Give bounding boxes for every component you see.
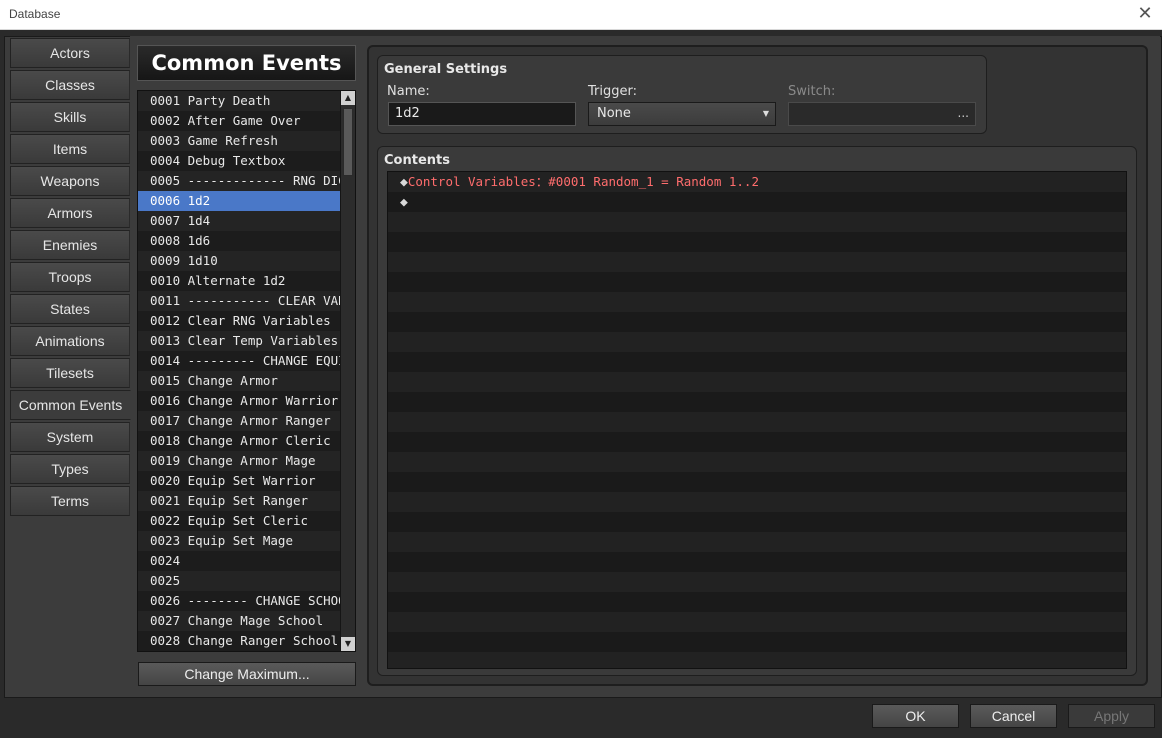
switch-field: ... xyxy=(788,102,976,126)
list-item[interactable]: 0024 xyxy=(138,551,341,571)
tab-items[interactable]: Items xyxy=(10,134,130,164)
category-tabs: Actors Classes Skills Items Weapons Armors Ene… xyxy=(10,38,131,518)
empty-row xyxy=(388,352,1126,372)
trigger-value: None xyxy=(597,106,631,121)
empty-row xyxy=(388,552,1126,572)
scroll-thumb[interactable] xyxy=(343,108,353,176)
tab-weapons[interactable]: Weapons xyxy=(10,166,130,196)
empty-row xyxy=(388,292,1126,312)
list-item[interactable]: 0022 Equip Set Cleric xyxy=(138,511,341,531)
chevron-down-icon: ▼ xyxy=(762,109,769,118)
tab-actors[interactable]: Actors xyxy=(10,38,130,68)
empty-row xyxy=(388,272,1126,292)
close-icon[interactable]: ✕ xyxy=(1134,2,1156,26)
empty-row xyxy=(388,652,1126,668)
event-commands-list[interactable]: ◆Control Variables：#0001 Random_1 = Rand… xyxy=(387,171,1127,669)
list-item[interactable]: 0002 After Game Over xyxy=(138,111,341,131)
list-item[interactable]: 0023 Equip Set Mage xyxy=(138,531,341,551)
empty-row xyxy=(388,332,1126,352)
list-item[interactable]: 0026 -------- CHANGE SCHOOL xyxy=(138,591,341,611)
empty-row xyxy=(388,392,1126,412)
empty-row xyxy=(388,632,1126,652)
list-item[interactable]: 0014 --------- CHANGE EQUIP xyxy=(138,351,341,371)
empty-row xyxy=(388,412,1126,432)
contents-title: Contents xyxy=(384,153,450,168)
empty-row xyxy=(388,452,1126,472)
tab-classes[interactable]: Classes xyxy=(10,70,130,100)
empty-row xyxy=(388,512,1126,532)
list-title: Common Events xyxy=(137,45,356,81)
list-scrollbar[interactable]: ▲ ▼ xyxy=(340,91,355,651)
tab-types[interactable]: Types xyxy=(10,454,130,484)
empty-row xyxy=(388,492,1126,512)
empty-row xyxy=(388,212,1126,232)
apply-button[interactable]: Apply xyxy=(1068,704,1155,728)
change-maximum-button[interactable]: Change Maximum... xyxy=(138,662,356,686)
list-item[interactable]: 0009 1d10 xyxy=(138,251,341,271)
trigger-select[interactable]: None ▼ xyxy=(588,102,776,126)
list-item[interactable]: 0021 Equip Set Ranger xyxy=(138,491,341,511)
list-item[interactable]: 0003 Game Refresh xyxy=(138,131,341,151)
empty-row xyxy=(388,472,1126,492)
tab-troops[interactable]: Troops xyxy=(10,262,130,292)
scroll-up-icon[interactable]: ▲ xyxy=(341,91,355,105)
scroll-down-icon[interactable]: ▼ xyxy=(341,637,355,651)
list-item[interactable]: 0013 Clear Temp Variables xyxy=(138,331,341,351)
empty-row xyxy=(388,592,1126,612)
tab-skills[interactable]: Skills xyxy=(10,102,130,132)
common-events-list[interactable]: 0001 Party Death 0002 After Game Over 0003… xyxy=(137,90,356,652)
cancel-button[interactable]: Cancel xyxy=(970,704,1057,728)
list-item[interactable]: 0007 1d4 xyxy=(138,211,341,231)
tab-enemies[interactable]: Enemies xyxy=(10,230,130,260)
list-item[interactable]: 0012 Clear RNG Variables xyxy=(138,311,341,331)
empty-row xyxy=(388,432,1126,452)
list-item[interactable]: 0005 ------------- RNG DICE xyxy=(138,171,341,191)
diamond-icon: ◆ xyxy=(400,195,408,210)
tab-animations[interactable]: Animations xyxy=(10,326,130,356)
list-item[interactable]: 0027 Change Mage School xyxy=(138,611,341,631)
command-row[interactable]: ◆ xyxy=(388,192,1126,212)
diamond-icon: ◆ xyxy=(400,175,408,190)
tab-common-events[interactable]: Common Events xyxy=(10,390,131,420)
ok-button[interactable]: OK xyxy=(872,704,959,728)
list-item[interactable]: 0010 Alternate 1d2 xyxy=(138,271,341,291)
trigger-label: Trigger: xyxy=(588,84,637,99)
command-row[interactable]: ◆Control Variables：#0001 Random_1 = Rand… xyxy=(388,172,1126,192)
tab-armors[interactable]: Armors xyxy=(10,198,130,228)
empty-row xyxy=(388,572,1126,592)
empty-row xyxy=(388,372,1126,392)
general-settings-group: General Settings Name: 1d2 Trigger: None… xyxy=(377,55,987,134)
empty-row xyxy=(388,232,1126,252)
list-item[interactable]: 0011 ----------- CLEAR VARS xyxy=(138,291,341,311)
list-item[interactable]: 0008 1d6 xyxy=(138,231,341,251)
list-item[interactable]: 0018 Change Armor Cleric xyxy=(138,431,341,451)
general-settings-title: General Settings xyxy=(384,62,508,77)
empty-row xyxy=(388,252,1126,272)
list-item[interactable]: 0020 Equip Set Warrior xyxy=(138,471,341,491)
list-item[interactable]: 0019 Change Armor Mage xyxy=(138,451,341,471)
tab-states[interactable]: States xyxy=(10,294,130,324)
list-item[interactable]: 0017 Change Armor Ranger xyxy=(138,411,341,431)
list-item[interactable]: 0006 1d2 xyxy=(138,191,341,211)
name-label: Name: xyxy=(387,84,430,99)
command-text: Control Variables：#0001 Random_1 = Rando… xyxy=(407,174,759,189)
tab-system[interactable]: System xyxy=(10,422,130,452)
list-item[interactable]: 0025 xyxy=(138,571,341,591)
name-field[interactable]: 1d2 xyxy=(388,102,576,126)
list-item[interactable]: 0001 Party Death xyxy=(138,91,341,111)
list-item[interactable]: 0004 Debug Textbox xyxy=(138,151,341,171)
switch-label: Switch: xyxy=(788,84,836,99)
list-item[interactable]: 0028 Change Ranger School xyxy=(138,631,341,651)
tab-terms[interactable]: Terms xyxy=(10,486,130,516)
title-bar: Database ✕ xyxy=(0,0,1162,30)
switch-browse-button: ... xyxy=(957,106,969,120)
empty-row xyxy=(388,312,1126,332)
empty-row xyxy=(388,612,1126,632)
window-title: Database xyxy=(9,7,61,21)
list-item[interactable]: 0015 Change Armor xyxy=(138,371,341,391)
empty-row xyxy=(388,532,1126,552)
list-item[interactable]: 0016 Change Armor Warrior xyxy=(138,391,341,411)
tab-tilesets[interactable]: Tilesets xyxy=(10,358,130,388)
